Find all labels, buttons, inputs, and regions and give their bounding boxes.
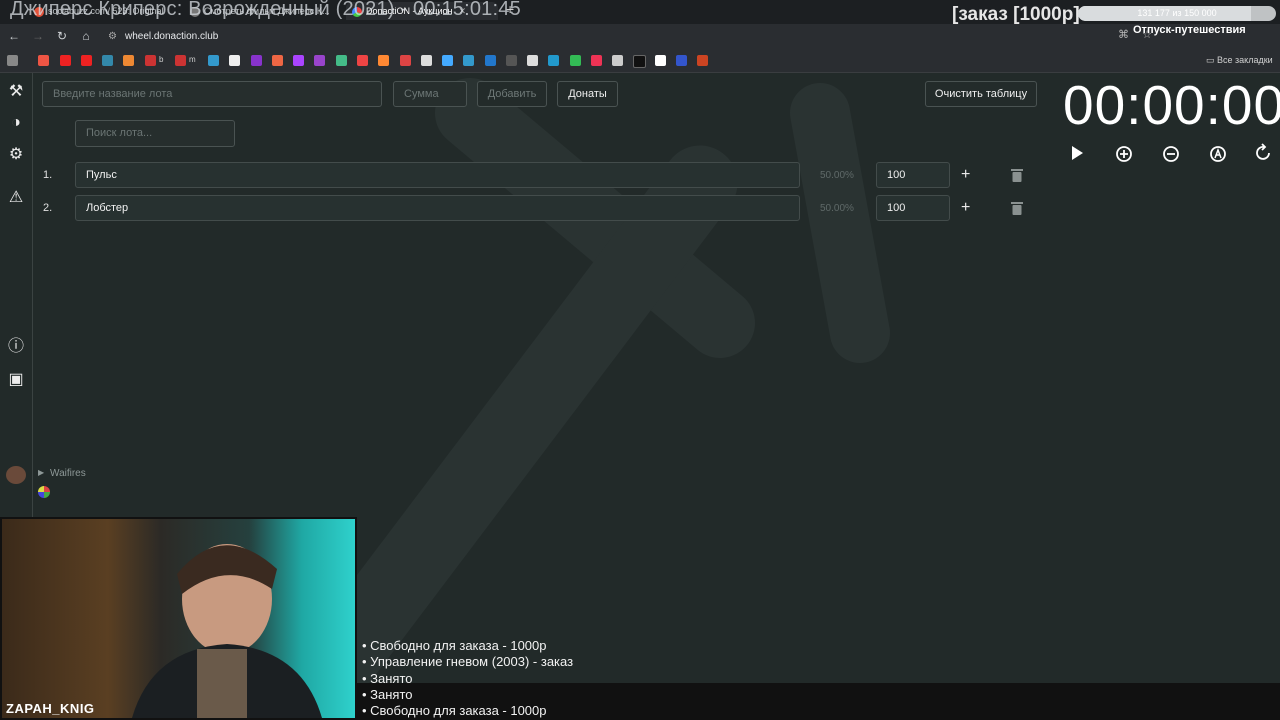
stream-movie-title: Джиперс Криперс: Возрожденный (2021) - 0… [10,0,521,20]
bookmark-icon[interactable] [102,55,113,66]
lot-amount-field[interactable]: 100 [876,195,950,221]
bookmark-icon[interactable] [400,55,411,66]
bookmark-label: b [159,55,164,64]
bookmark-icon[interactable] [612,55,623,66]
bookmark-icon[interactable] [548,55,559,66]
twitch-icon[interactable] [251,55,262,66]
clear-table-button[interactable]: Очистить таблицу [925,81,1037,107]
bookmark-icon[interactable] [357,55,368,66]
forward-icon[interactable]: → [30,28,46,44]
order-item: • Свободно для заказа - 1000р [362,638,547,653]
mail-icon[interactable] [123,55,134,66]
add-time-icon[interactable] [1114,143,1134,163]
progress-text: 131 177 из 150 000 [1137,8,1217,18]
lot-amount-field[interactable]: 100 [876,162,950,188]
user-name: Waifires [50,468,86,479]
bookmark-icon[interactable] [442,55,453,66]
bookmark-icon[interactable] [570,55,581,66]
bookmarks-bar: b m ▭ Все закладки [0,50,1280,73]
reload-icon[interactable]: ↻ [54,28,70,44]
lot-number: 1. [43,169,53,181]
bookmark-icon[interactable] [378,55,389,66]
trash-icon[interactable] [1011,201,1023,215]
bookmark-icon[interactable] [38,55,49,66]
order-title: [заказ [1000р] [952,4,1080,25]
bookmark-icon[interactable] [272,55,283,66]
streamer-silhouette [132,544,322,718]
bookmark-icon[interactable] [463,55,474,66]
vk-icon[interactable] [485,55,496,66]
vacation-label: Отпуск-путешествия [1133,24,1246,36]
bookmark-icon[interactable] [633,55,646,68]
bookmark-icon[interactable] [506,55,517,66]
gmail-icon[interactable] [145,55,156,66]
subtract-time-icon[interactable] [1161,143,1181,163]
donates-button[interactable]: Донаты [557,81,618,107]
bookmark-icon[interactable] [591,55,602,66]
webcam-feed: ZAPAH_KNIG [0,517,357,720]
lot-percent: 50.00% [820,170,854,181]
address-bar-row: ← → ↻ ⌂ ⚙ wheel.donaction.club ⌘ ☆ [0,24,1280,50]
bookmark-icon[interactable] [697,55,708,66]
streamer-name: ZAPAH_KNIG [6,701,95,716]
add-button[interactable]: Добавить [477,81,547,107]
lot-name-field[interactable]: Пульс [75,162,800,188]
bookmark-icon[interactable] [655,55,666,66]
bookmark-label: m [189,55,196,64]
left-sidebar: ⚒ ◑ ⚙ ⚠ ⓘ ▣ [0,73,33,518]
plus-icon[interactable]: + [961,166,970,184]
reset-timer-icon[interactable] [1254,143,1274,163]
bookmark-icon[interactable] [293,55,304,66]
bookmark-icon[interactable] [527,55,538,66]
donation-alert-icon[interactable]: ⚠ [5,187,27,209]
bookmark-icon[interactable] [229,55,240,66]
lot-number: 2. [43,202,53,214]
bookmark-icon[interactable] [314,55,325,66]
site-info-icon[interactable]: ⚙ [108,31,117,42]
lot-percent: 50.00% [820,203,854,214]
bookmark-icon[interactable] [421,55,432,66]
trash-icon[interactable] [1011,168,1023,182]
donation-progress: 131 177 из 150 000 [1078,6,1276,21]
back-icon[interactable]: ← [6,28,22,44]
bookmark-icon[interactable] [676,55,687,66]
url-text: wheel.donaction.club [124,31,219,42]
auto-timer-icon[interactable] [1208,143,1228,163]
play-icon[interactable] [1067,143,1087,163]
youtube-icon[interactable] [81,55,92,66]
amount-input[interactable]: Сумма [393,81,467,107]
order-item: • Занято [362,670,413,686]
apps-grid-icon[interactable] [7,55,18,66]
youtube-icon[interactable] [60,55,71,66]
search-lot-input[interactable]: Поиск лота... [75,120,235,147]
order-item: • Занято [362,686,413,702]
lot-name-input[interactable]: Введите название лота [42,81,382,107]
play-circle-icon: ▶ [38,468,45,477]
plus-icon[interactable]: + [961,199,970,217]
donaction-logo-icon [38,486,50,498]
lot-name-field[interactable]: Лобстер [75,195,800,221]
folder-icon: ▭ [1206,55,1218,65]
gear-icon[interactable]: ⚙ [5,144,27,166]
history-icon[interactable]: ▣ [5,369,27,391]
bookmark-icon[interactable] [208,55,219,66]
order-item: • Свободно для заказа - 1000р [362,703,547,719]
order-list: • Свободно для заказа - 1000р • Управлен… [362,638,573,719]
all-bookmarks-label: Все закладки [1217,55,1273,65]
home-icon[interactable]: ⌂ [78,28,94,44]
info-icon[interactable]: ⓘ [5,336,27,358]
gmail-icon[interactable] [175,55,186,66]
order-item: • Управление гневом (2003) - заказ [362,654,574,670]
avatar [6,466,26,484]
translate-icon[interactable]: ⌘ [1118,29,1129,41]
auction-hammer-icon[interactable]: ⚒ [5,81,27,103]
url-field[interactable]: ⚙ wheel.donaction.club [108,28,1098,46]
wheel-icon[interactable]: ◑ [5,112,27,134]
auction-timer: 00:00:00 [1063,74,1280,136]
bookmark-icon[interactable] [336,55,347,66]
all-bookmarks[interactable]: ▭ Все закладки [1206,55,1273,66]
